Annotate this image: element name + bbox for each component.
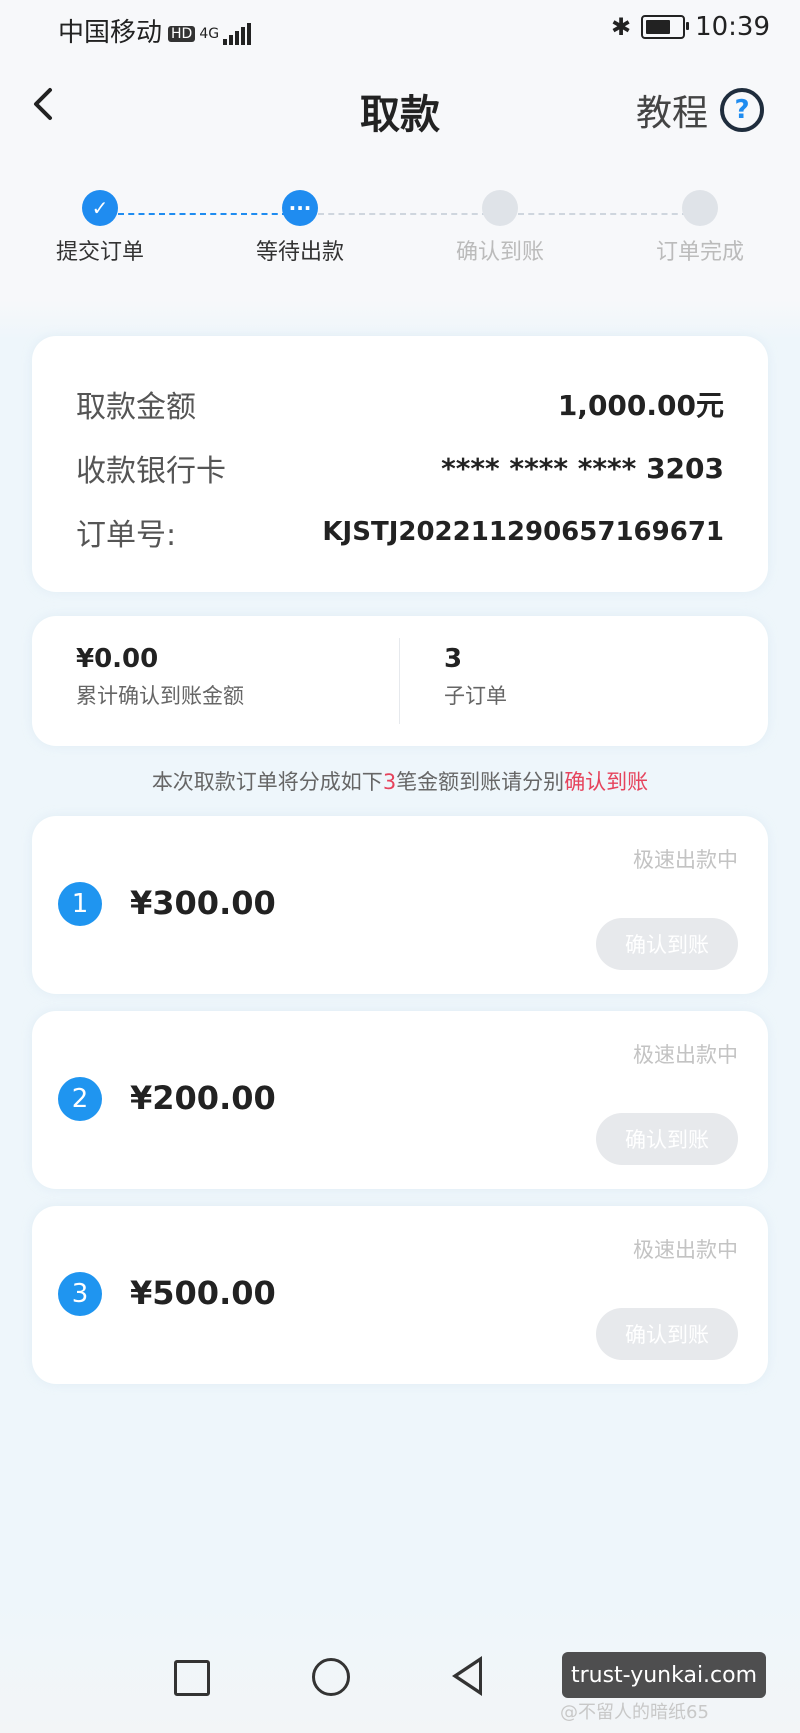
sub-order-status: 极速出款中 [633, 848, 738, 872]
author-watermark: @不留人的暗纸65 [560, 1702, 709, 1723]
confirmed-amount-label: 累计确认到账金额 [76, 684, 244, 708]
step-order-complete: 订单完成 [620, 190, 780, 266]
notice-prefix: 本次取款订单将分成如下 [151, 770, 383, 794]
sub-order-status: 极速出款中 [633, 1238, 738, 1262]
sub-order-index: 2 [58, 1077, 102, 1121]
amount-row: 取款金额 1,000.00元 [76, 382, 724, 426]
confirmed-amount-value: ¥0.00 [76, 644, 159, 674]
bluetooth-icon: ✱ [610, 13, 632, 41]
tutorial-label: 教程 [635, 93, 708, 134]
sub-order-label: 子订单 [444, 684, 507, 708]
sub-order-amount: ¥200.00 [130, 1079, 276, 1117]
system-indicators: ✱ 10:39 [611, 12, 770, 42]
site-watermark: trust-yunkai.com [562, 1652, 766, 1698]
sub-order-status: 极速出款中 [633, 1043, 738, 1067]
bank-card-row: 收款银行卡 **** **** **** 3203 [76, 446, 724, 490]
home-icon[interactable] [312, 1658, 350, 1696]
sub-order-index: 3 [58, 1272, 102, 1316]
confirmed-amount-stat: ¥0.00 累计确认到账金额 [76, 644, 244, 710]
sub-order-amount: ¥300.00 [130, 884, 276, 922]
step-submit-order: ✓ 提交订单 [20, 190, 180, 266]
carrier-info: 中国移动 HD 4G [58, 12, 252, 49]
sub-order-index: 1 [58, 882, 102, 926]
pending-dot-icon [482, 190, 518, 226]
sub-order-card: 1 ¥300.00 极速出款中 确认到账 [32, 816, 768, 994]
order-number-row: 订单号: KJSTJ20221129065716967​1 [76, 510, 724, 554]
split-notice: 本次取款订单将分成如下3笔金额到账请分别确认到账 [0, 766, 800, 796]
status-bar: 中国移动 HD 4G ✱ 10:39 [0, 0, 800, 56]
confirm-receipt-button[interactable]: 确认到账 [596, 1308, 738, 1360]
step-confirm-receipt: 确认到账 [420, 190, 580, 266]
step-awaiting-payout: ··· 等待出款 [220, 190, 380, 266]
sub-order-amount: ¥500.00 [130, 1274, 276, 1312]
carrier-name: 中国移动 [58, 18, 163, 48]
pending-dot-icon [682, 190, 718, 226]
progress-steps: ✓ 提交订单 ··· 等待出款 确认到账 订单完成 [0, 190, 800, 270]
ellipsis-icon: ··· [282, 190, 318, 226]
summary-card: ¥0.00 累计确认到账金额 3 子订单 [32, 616, 768, 746]
step-label: 提交订单 [55, 240, 144, 265]
confirm-receipt-button[interactable]: 确认到账 [596, 1113, 738, 1165]
recent-apps-icon[interactable] [174, 1660, 210, 1696]
order-number-label: 订单号: [76, 518, 177, 553]
bank-card-label: 收款银行卡 [76, 454, 226, 489]
check-icon: ✓ [82, 190, 118, 226]
order-number-value: KJSTJ20221129065716967​1 [322, 517, 724, 547]
sub-order-count: 3 [444, 644, 463, 674]
amount-label: 取款金额 [76, 390, 196, 425]
step-label: 等待出款 [255, 240, 344, 265]
notice-middle: 笔金额到账请分别 [396, 770, 565, 794]
order-info-card: 取款金额 1,000.00元 收款银行卡 **** **** **** 3203… [32, 336, 768, 592]
clock: 10:39 [695, 12, 770, 42]
sub-order-card: 2 ¥200.00 极速出款中 确认到账 [32, 1011, 768, 1189]
amount-value: 1,000.00元 [557, 389, 724, 422]
sub-order-card: 3 ¥500.00 极速出款中 确认到账 [32, 1206, 768, 1384]
sub-order-stat: 3 子订单 [444, 644, 507, 710]
confirm-receipt-button[interactable]: 确认到账 [596, 918, 738, 970]
step-label: 确认到账 [455, 240, 544, 265]
notice-count: 3 [382, 770, 397, 794]
step-label: 订单完成 [655, 240, 744, 265]
divider [399, 638, 400, 724]
tutorial-button[interactable]: 教程 ? [636, 84, 764, 136]
network-type: 4G [199, 25, 220, 42]
nav-back-icon[interactable] [452, 1656, 482, 1696]
hd-badge: HD [168, 25, 196, 42]
signal-icon [223, 22, 252, 45]
battery-icon [641, 15, 690, 39]
help-icon: ? [720, 88, 764, 132]
notice-highlight: 确认到账 [564, 770, 649, 794]
bank-card-value: **** **** **** 3203 [441, 451, 724, 485]
